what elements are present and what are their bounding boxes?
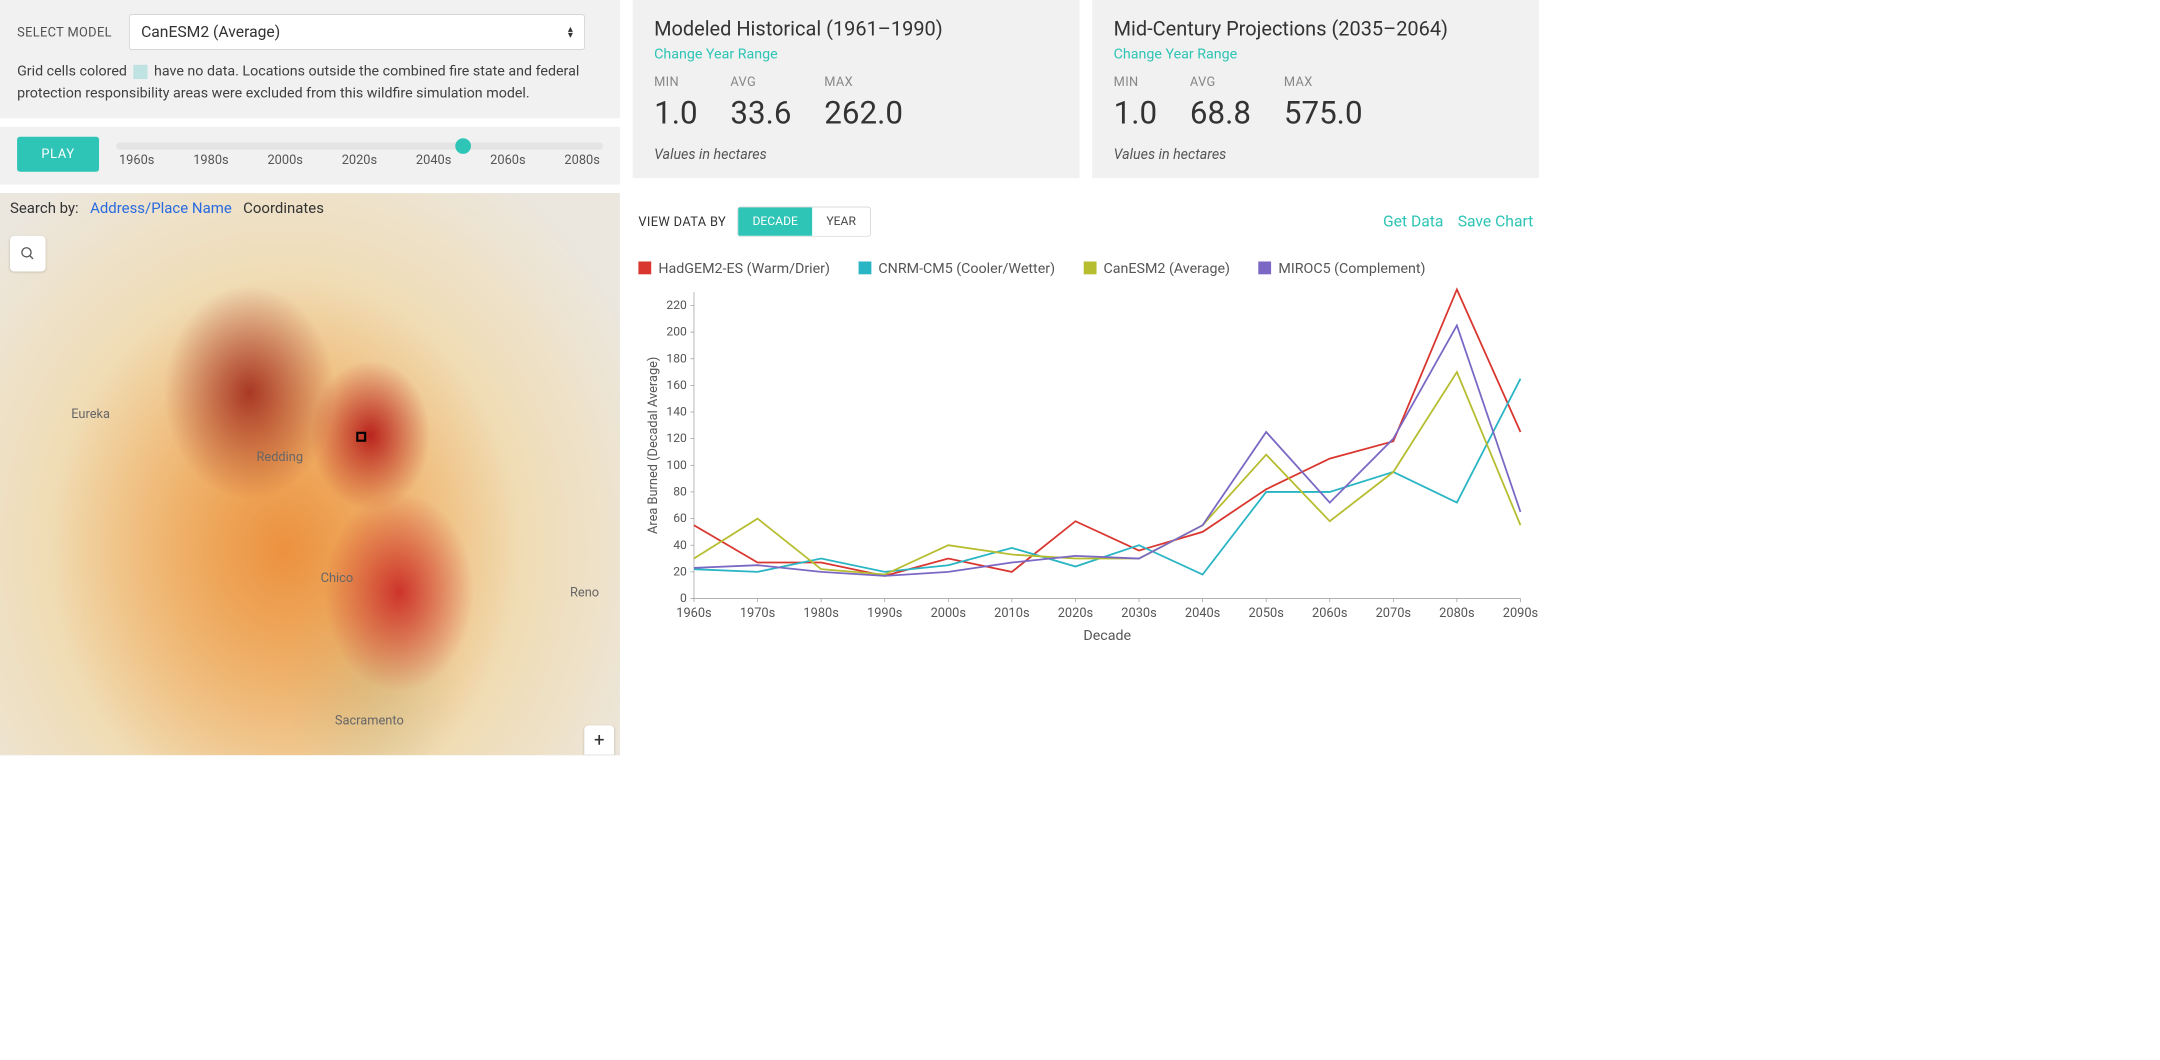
max-label: MAX: [824, 75, 903, 90]
view-data-by-label: VIEW DATA BY: [638, 214, 726, 229]
legend-swatch: [858, 261, 871, 274]
view-data-by-toggle: DECADE YEAR: [737, 207, 870, 237]
change-year-range-link[interactable]: Change Year Range: [1114, 45, 1518, 62]
legend-item[interactable]: MIROC5 (Complement): [1258, 259, 1425, 276]
max-label: MAX: [1284, 75, 1363, 90]
avg-label: AVG: [730, 75, 791, 90]
timeline-slider[interactable]: [116, 143, 603, 150]
decade-toggle[interactable]: DECADE: [738, 207, 812, 236]
city-label-chico: Chico: [321, 571, 354, 586]
change-year-range-link[interactable]: Change Year Range: [654, 45, 1058, 62]
get-data-link[interactable]: Get Data: [1383, 213, 1443, 231]
model-panel: SELECT MODEL CanESM2 (Average) ▴▾ Grid c…: [0, 0, 620, 118]
svg-text:2030s: 2030s: [1121, 606, 1156, 621]
timeline-tick: 2020s: [342, 152, 377, 167]
city-label-eureka: Eureka: [71, 407, 110, 422]
map[interactable]: Search by: Address/Place Name Coordinate…: [0, 193, 620, 755]
timeline-panel: PLAY 1960s 1980s 2000s 2020s 2040s 2060s 2080s: [0, 127, 620, 185]
svg-text:2060s: 2060s: [1312, 606, 1347, 621]
chart-legend: HadGEM2-ES (Warm/Drier) CNRM-CM5 (Cooler/…: [633, 259, 1539, 276]
svg-text:1990s: 1990s: [867, 606, 902, 621]
zoom-controls: +: [584, 725, 614, 755]
avg-value: 33.6: [730, 94, 791, 131]
svg-text:20: 20: [673, 564, 687, 578]
legend-item[interactable]: CNRM-CM5 (Cooler/Wetter): [858, 259, 1055, 276]
timeline-tick: 2060s: [490, 152, 525, 167]
search-coords-link[interactable]: Coordinates: [243, 200, 324, 217]
svg-text:200: 200: [666, 325, 687, 339]
svg-text:0: 0: [680, 591, 687, 605]
stat-card-1: Mid-Century Projections (2035–2064) Chan…: [1092, 0, 1539, 178]
svg-text:60: 60: [673, 511, 687, 525]
timeline-tick: 2040s: [416, 152, 451, 167]
select-model-label: SELECT MODEL: [17, 25, 112, 40]
min-value: 1.0: [1114, 94, 1158, 131]
max-value: 575.0: [1284, 94, 1363, 131]
nodata-swatch: [133, 65, 147, 79]
svg-text:2020s: 2020s: [1058, 606, 1093, 621]
legend-swatch: [1084, 261, 1097, 274]
svg-text:180: 180: [666, 351, 687, 365]
search-icon: [20, 246, 36, 262]
svg-text:2070s: 2070s: [1376, 606, 1411, 621]
svg-text:2010s: 2010s: [994, 606, 1029, 621]
svg-text:Decade: Decade: [1083, 628, 1131, 644]
svg-text:160: 160: [666, 378, 687, 392]
legend-item[interactable]: HadGEM2-ES (Warm/Drier): [638, 259, 830, 276]
map-marker: [356, 432, 366, 442]
svg-text:120: 120: [666, 431, 687, 445]
svg-text:220: 220: [666, 298, 687, 312]
timeline-ticks: 1960s 1980s 2000s 2020s 2040s 2060s 2080s: [116, 152, 603, 167]
svg-text:Area Burned (Decadal Average): Area Burned (Decadal Average): [646, 357, 661, 534]
svg-text:2050s: 2050s: [1248, 606, 1283, 621]
stat-title: Modeled Historical (1961–1990): [654, 17, 1058, 41]
zoom-in-button[interactable]: +: [584, 725, 614, 755]
min-label: MIN: [1114, 75, 1158, 90]
svg-text:2000s: 2000s: [931, 606, 966, 621]
svg-text:2080s: 2080s: [1439, 606, 1474, 621]
avg-label: AVG: [1190, 75, 1251, 90]
svg-text:80: 80: [673, 484, 687, 498]
timeline-tick: 1960s: [119, 152, 154, 167]
slider-thumb[interactable]: [455, 138, 471, 154]
legend-swatch: [638, 261, 651, 274]
svg-text:1970s: 1970s: [740, 606, 775, 621]
search-button[interactable]: [10, 236, 46, 272]
max-value: 262.0: [824, 94, 903, 131]
year-toggle[interactable]: YEAR: [812, 207, 870, 236]
line-chart: 0 20 40 60 80 100 120 140 160 180 200 220 1960s 1970s…: [633, 285, 1539, 648]
save-chart-link[interactable]: Save Chart: [1458, 213, 1534, 231]
svg-text:40: 40: [673, 538, 687, 552]
svg-text:2040s: 2040s: [1185, 606, 1220, 621]
chevron-updown-icon: ▴▾: [568, 26, 573, 38]
svg-text:2090s: 2090s: [1503, 606, 1538, 621]
svg-text:1960s: 1960s: [676, 606, 711, 621]
note-text: Grid cells colored have no data. Locatio…: [17, 60, 603, 104]
search-address-link[interactable]: Address/Place Name: [90, 200, 232, 217]
city-label-reno: Reno: [570, 585, 599, 600]
stat-card-0: Modeled Historical (1961–1990) Change Ye…: [633, 0, 1080, 178]
select-model-value: CanESM2 (Average): [141, 23, 280, 41]
city-label-sacramento: Sacramento: [335, 713, 404, 728]
min-label: MIN: [654, 75, 698, 90]
timeline-tick: 2000s: [267, 152, 302, 167]
search-by-label: Search by:: [10, 200, 79, 217]
city-label-redding: Redding: [257, 450, 304, 465]
svg-text:1980s: 1980s: [803, 606, 838, 621]
legend-item[interactable]: CanESM2 (Average): [1084, 259, 1230, 276]
timeline-tick: 2080s: [564, 152, 599, 167]
select-model-dropdown[interactable]: CanESM2 (Average) ▴▾: [129, 14, 585, 50]
units-hint: Values in hectares: [1114, 145, 1518, 162]
units-hint: Values in hectares: [654, 145, 1058, 162]
min-value: 1.0: [654, 94, 698, 131]
play-button[interactable]: PLAY: [17, 137, 99, 172]
svg-text:100: 100: [666, 458, 687, 472]
stat-title: Mid-Century Projections (2035–2064): [1114, 17, 1518, 41]
avg-value: 68.8: [1190, 94, 1251, 131]
svg-text:140: 140: [666, 405, 687, 419]
timeline-tick: 1980s: [193, 152, 228, 167]
legend-swatch: [1258, 261, 1271, 274]
